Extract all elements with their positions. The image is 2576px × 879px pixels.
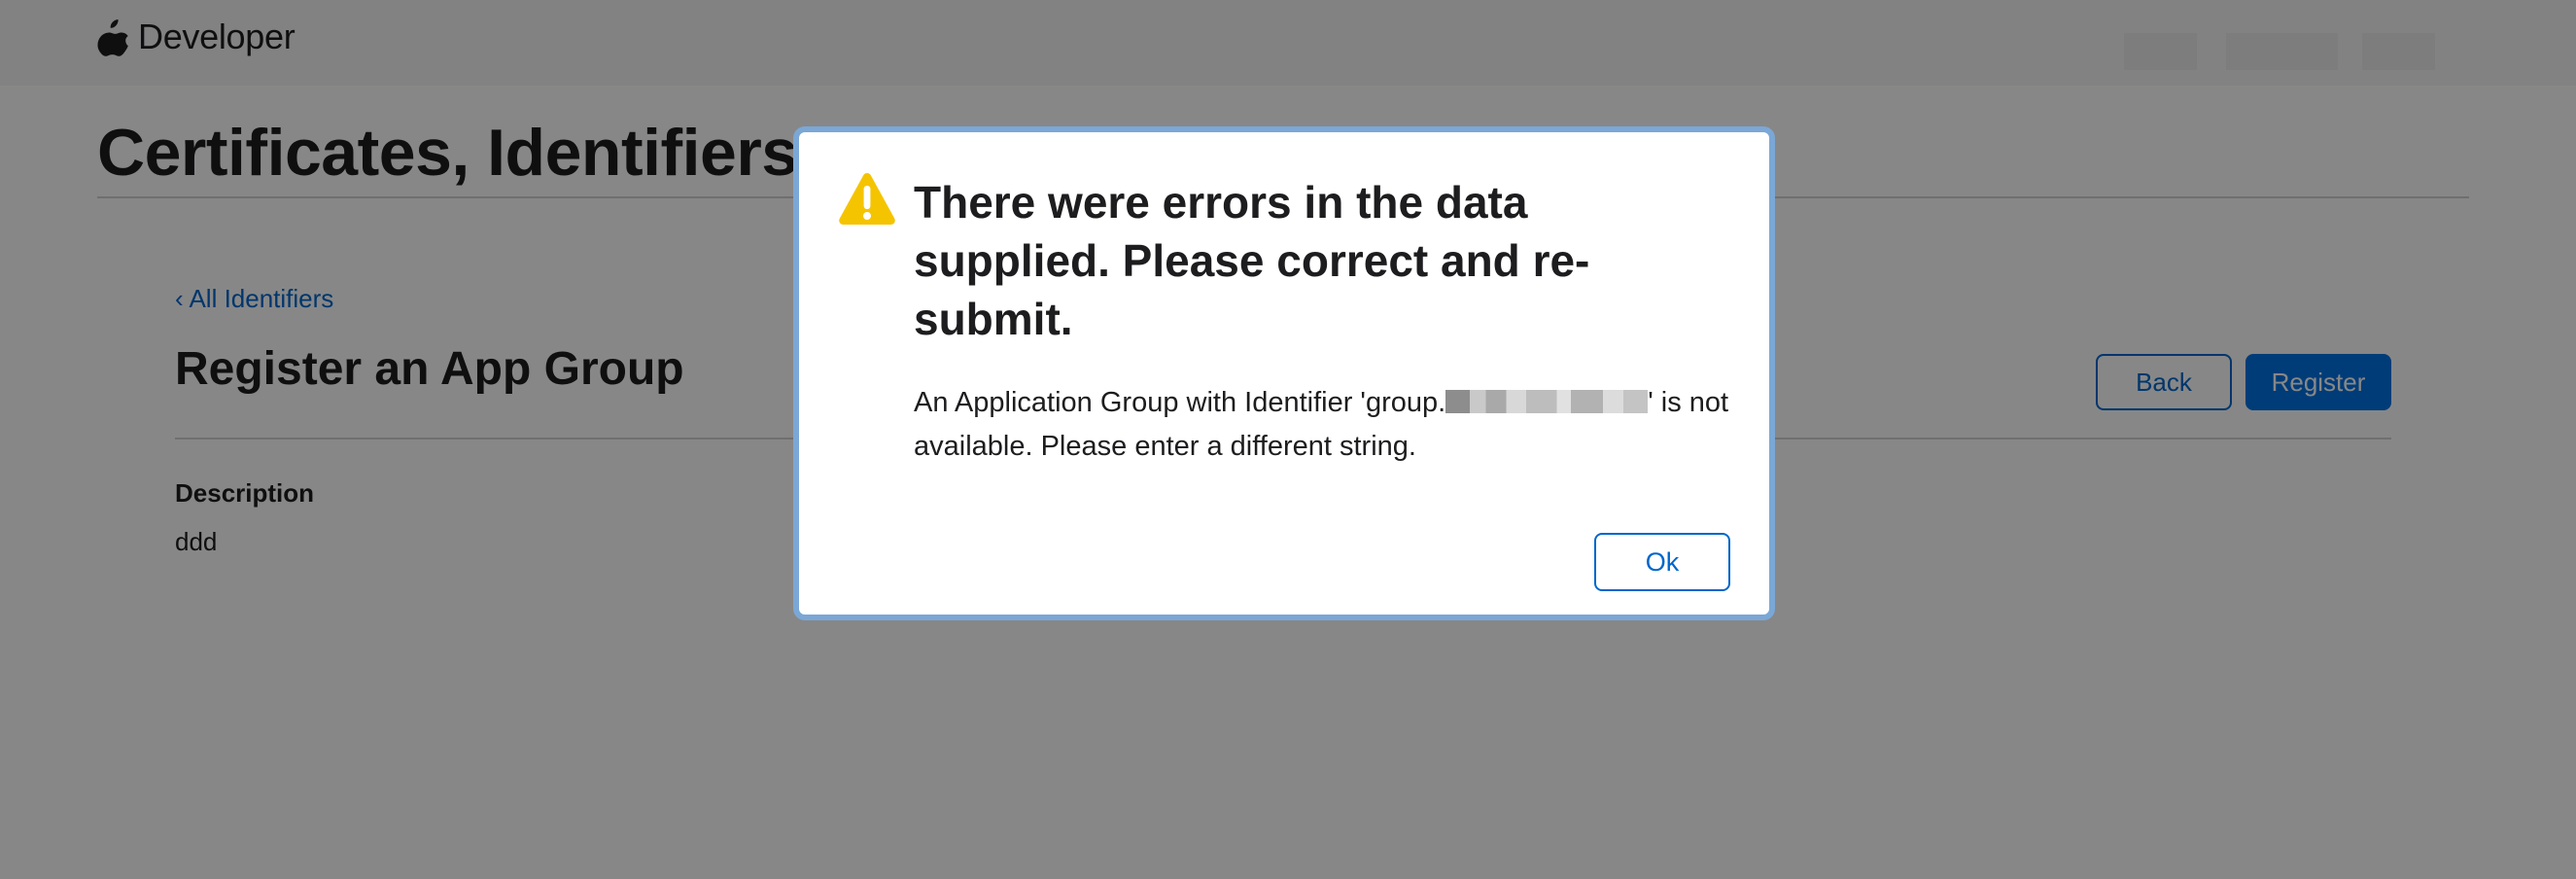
dialog-message-start: An Application Group with Identifier 'gr… [914,387,1446,418]
dialog-message: An Application Group with Identifier 'gr… [914,381,1750,469]
error-dialog: There were errors in the data supplied. … [793,126,1775,620]
redacted-identifier [1445,390,1649,413]
warning-icon [839,173,895,225]
ok-button[interactable]: Ok [1594,533,1730,591]
dialog-title: There were errors in the data supplied. … [914,177,1590,344]
page: Developer Certificates, Identifiers ‹ Al… [0,0,2576,879]
